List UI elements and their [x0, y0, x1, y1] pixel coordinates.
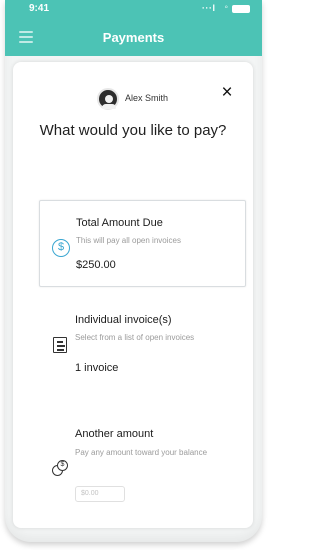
option-title: Total Amount Due	[76, 217, 163, 229]
user-avatar	[97, 88, 119, 110]
user-name: Alex Smith	[125, 93, 169, 103]
battery-icon	[232, 5, 250, 13]
modal-header: Alex Smith × What would you like to pay?	[13, 62, 253, 172]
page-title: Payments	[102, 30, 165, 45]
phone-frame: 9:41 ∙∙∙l ◦ Payments Alex Smith × What w…	[5, 0, 262, 542]
option-title: Another amount	[75, 428, 154, 440]
status-bar: 9:41 ∙∙∙l ◦	[5, 0, 262, 18]
close-button[interactable]: ×	[217, 83, 237, 103]
option-description: This will pay all open invoices	[76, 236, 181, 245]
coins-icon: $	[51, 460, 69, 478]
wifi-icon: ◦	[224, 2, 228, 13]
option-value: 1 invoice	[75, 362, 119, 374]
dollar-circle-icon: $	[52, 239, 70, 257]
option-individual-invoices[interactable]: Individual invoice(s) Select from a list…	[39, 298, 246, 390]
option-value: $250.00	[76, 259, 116, 271]
option-description: Pay any amount toward your balance	[75, 448, 208, 457]
option-another-amount[interactable]: $ Another amount Pay any amount toward y…	[39, 414, 246, 514]
payment-modal: Alex Smith × What would you like to pay?…	[13, 62, 253, 528]
status-time: 9:41	[29, 3, 50, 14]
amount-input[interactable]: $0.00	[75, 486, 125, 502]
document-icon	[53, 337, 67, 353]
option-title: Individual invoice(s)	[75, 314, 172, 326]
top-nav-bar: Payments	[5, 18, 262, 56]
signal-icon: ∙∙∙l	[201, 3, 216, 13]
option-total-amount-due[interactable]: $ Total Amount Due This will pay all ope…	[39, 200, 246, 287]
option-description: Select from a list of open invoices	[75, 333, 195, 342]
modal-question: What would you like to pay?	[39, 122, 227, 139]
